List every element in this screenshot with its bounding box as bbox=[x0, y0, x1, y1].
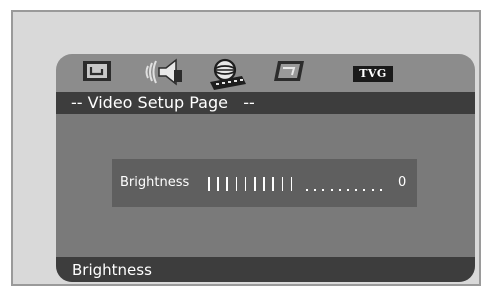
level-tick-empty bbox=[306, 189, 308, 191]
level-tick-empty bbox=[347, 189, 349, 191]
brightness-level-bar[interactable] bbox=[208, 175, 398, 191]
brightness-label: Brightness bbox=[120, 175, 190, 190]
level-tick-filled bbox=[244, 177, 247, 191]
level-tick-empty bbox=[371, 189, 374, 191]
level-tick-filled bbox=[272, 177, 274, 191]
level-tick-empty bbox=[355, 189, 358, 191]
general-setup-icon[interactable] bbox=[82, 58, 112, 88]
level-tick-empty bbox=[330, 189, 333, 191]
audio-speaker-icon[interactable] bbox=[144, 58, 184, 90]
level-tick-empty bbox=[379, 189, 382, 191]
level-tick-filled bbox=[290, 177, 293, 191]
level-tick-filled bbox=[281, 177, 284, 191]
status-bar: Brightness bbox=[56, 257, 475, 282]
level-tick-filled bbox=[226, 177, 228, 191]
level-tick-filled bbox=[263, 177, 265, 191]
status-text: Brightness bbox=[72, 261, 152, 279]
level-tick-filled bbox=[208, 177, 210, 191]
level-tick-filled bbox=[235, 177, 238, 191]
osd-menu: TVG -- Video Setup Page -- Brightness 0 … bbox=[56, 54, 475, 282]
brightness-control[interactable]: Brightness 0 bbox=[112, 159, 417, 207]
preference-icon[interactable] bbox=[272, 58, 306, 88]
level-tick-filled bbox=[217, 177, 219, 191]
tvg-tab[interactable]: TVG bbox=[353, 66, 393, 82]
brightness-value: 0 bbox=[398, 175, 407, 190]
level-tick-empty bbox=[363, 189, 366, 191]
page-title: -- Video Setup Page -- bbox=[71, 93, 255, 112]
level-tick-empty bbox=[322, 189, 325, 191]
screen-bezel: TVG -- Video Setup Page -- Brightness 0 … bbox=[11, 10, 481, 286]
level-tick-filled bbox=[254, 177, 256, 191]
menu-icon-bar: TVG bbox=[56, 54, 475, 92]
page-title-bar: -- Video Setup Page -- bbox=[56, 92, 475, 114]
level-tick-empty bbox=[314, 189, 317, 191]
settings-content: Brightness 0 bbox=[56, 114, 475, 257]
video-setup-icon[interactable] bbox=[206, 58, 250, 96]
level-tick-empty bbox=[338, 189, 341, 191]
